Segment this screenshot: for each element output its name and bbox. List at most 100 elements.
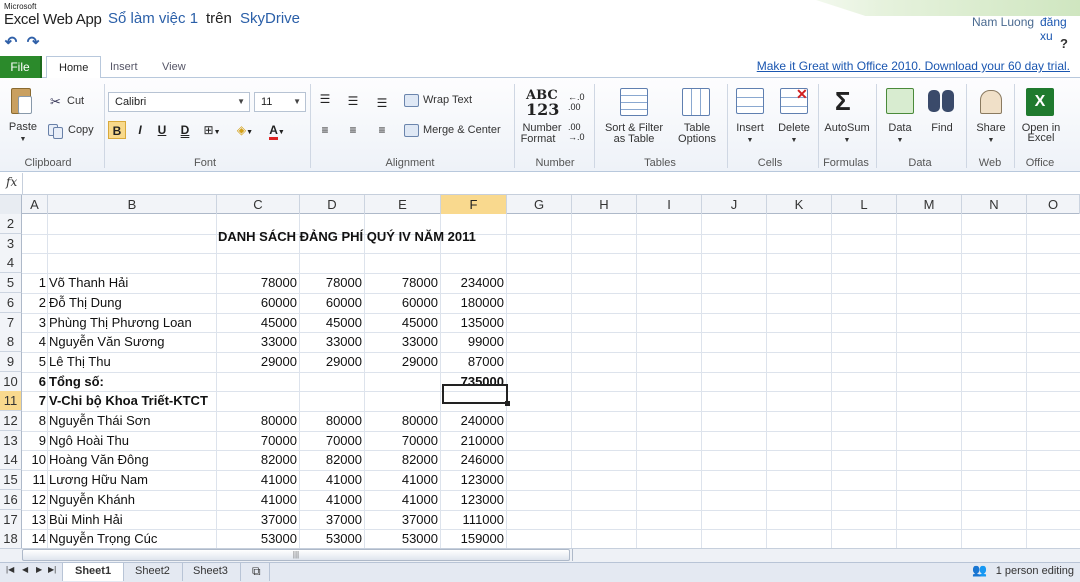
cell-e[interactable]: 82000 [365,450,438,469]
cell-c[interactable]: 41000 [217,470,297,489]
prev-sheet-icon[interactable]: ◀ [22,565,28,574]
row-header[interactable]: 13 [0,431,22,451]
cell-d[interactable]: 41000 [300,490,362,509]
cell-e[interactable]: 41000 [365,470,438,489]
data-button[interactable]: Data ▼ [880,86,920,146]
cell-c[interactable]: 37000 [217,510,297,529]
cell-f[interactable]: 123000 [441,470,504,489]
cell-a[interactable]: 1 [22,273,46,292]
align-middle-icon[interactable]: ☰ [344,92,362,110]
cell-c[interactable]: 80000 [217,411,297,430]
row-header[interactable]: 2 [0,214,22,234]
row-header[interactable]: 18 [0,529,22,549]
editing-status[interactable]: 1 person editing [996,565,1074,577]
column-header-n[interactable]: N [962,195,1027,214]
skydrive-link[interactable]: SkyDrive [240,10,300,27]
cell-d[interactable]: 82000 [300,450,362,469]
cell-d[interactable]: 70000 [300,431,362,450]
cell-a[interactable]: 10 [22,450,46,469]
cell-c[interactable]: 45000 [217,313,297,332]
font-name-select[interactable]: Calibri ▼ [108,92,250,112]
open-in-excel-button[interactable]: X Open in Excel [1018,86,1064,146]
tab-home[interactable]: Home [46,56,102,79]
cell-f[interactable]: 123000 [441,490,504,509]
cell-f[interactable]: 246000 [441,450,504,469]
align-bottom-icon[interactable]: ☰ [373,94,391,112]
cell-a[interactable]: 8 [22,411,46,430]
wrap-text-button[interactable]: Wrap Text [404,93,488,109]
font-color-button[interactable]: A▼ [264,121,290,140]
cell-d[interactable]: 29000 [300,352,362,371]
cell-a[interactable]: 11 [22,470,47,489]
cell-a[interactable]: 4 [22,332,46,351]
cell-f[interactable]: 234000 [441,273,504,292]
cell-c[interactable]: 53000 [217,529,297,548]
cell-e[interactable]: 60000 [365,293,438,312]
delete-cells-button[interactable]: ✕ Delete ▼ [774,86,814,146]
cell-e[interactable]: 78000 [365,273,438,292]
cell-e[interactable]: 45000 [365,313,438,332]
align-center-icon[interactable]: ≡ [344,121,362,139]
underline-button[interactable]: U [153,121,171,139]
cell-d[interactable]: 33000 [300,332,362,351]
column-header-f[interactable]: F [441,195,507,214]
fill-color-button[interactable]: ◈▼ [232,121,258,139]
scrollbar-thumb[interactable]: ||| [22,549,570,561]
cell-f[interactable]: 111000 [441,510,504,529]
column-header-l[interactable]: L [832,195,897,214]
autosum-button[interactable]: Σ AutoSum ▼ [822,86,872,146]
row-header[interactable]: 4 [0,253,22,273]
cell-c[interactable]: 70000 [217,431,297,450]
cell-c[interactable]: 41000 [217,490,297,509]
row-header[interactable]: 17 [0,510,22,530]
bold-button[interactable]: B [108,121,126,139]
double-underline-button[interactable]: D [176,121,194,139]
cell-c[interactable]: 29000 [217,352,297,371]
cell-b[interactable]: V-Chi bộ Khoa Triết-KTCT [49,391,249,410]
cell-d[interactable]: 53000 [300,529,362,548]
redo-icon[interactable]: ↷ [25,35,41,51]
column-header-m[interactable]: M [897,195,962,214]
cell-d[interactable]: 60000 [300,293,362,312]
cell-f[interactable]: 180000 [441,293,504,312]
paste-button[interactable]: Paste ▼ [8,86,38,143]
cell-e[interactable]: 53000 [365,529,438,548]
tab-file[interactable]: File [0,56,42,78]
table-options-button[interactable]: Table Options [670,86,726,146]
align-right-icon[interactable]: ≡ [373,121,391,139]
cell-f[interactable]: 87000 [441,352,504,371]
cell-e[interactable]: 33000 [365,332,438,351]
row-header[interactable]: 8 [0,332,22,352]
row-header[interactable]: 7 [0,313,22,333]
row-header[interactable]: 10 [0,372,22,392]
row-header[interactable]: 3 [0,234,22,254]
align-left-icon[interactable]: ≡ [316,121,334,139]
cell-f[interactable]: 240000 [441,411,504,430]
cell-f[interactable]: 159000 [441,529,504,548]
workbook-name-link[interactable]: Sổ làm việc 1 [108,10,198,27]
borders-button[interactable]: ⊞▼ [200,121,224,139]
sort-filter-button[interactable]: Sort & Filter as Table [600,86,668,146]
cell-a[interactable]: 14 [22,529,46,548]
column-header-c[interactable]: C [217,195,300,214]
cell-f[interactable]: 99000 [441,332,504,351]
sheet-title-cell[interactable]: DANH SÁCH ĐẢNG PHÍ QUÝ IV NĂM 2011 [218,227,476,246]
tab-insert[interactable]: Insert [98,56,150,79]
tab-view[interactable]: View [150,56,198,79]
column-header-b[interactable]: B [48,195,217,214]
user-name[interactable]: Nam Luong [972,15,1034,29]
help-icon[interactable]: ? [1060,36,1068,51]
cell-a[interactable]: 2 [22,293,46,312]
number-format-button[interactable]: ABC 123 Number Format [518,86,568,146]
cell-a[interactable]: 9 [22,431,46,450]
align-top-icon[interactable]: ☰ [316,90,334,108]
sheet-tab-sheet2[interactable]: Sheet2 [123,563,183,581]
cell-d[interactable]: 41000 [300,470,362,489]
cell-a[interactable]: 12 [22,490,46,509]
cell-a[interactable]: 3 [22,313,46,332]
cell-a[interactable]: 5 [22,352,46,371]
share-button[interactable]: Share ▼ [970,86,1012,146]
column-header-o[interactable]: O [1027,195,1080,214]
active-cell-selection[interactable] [442,384,508,404]
cell-f[interactable]: 135000 [441,313,504,332]
